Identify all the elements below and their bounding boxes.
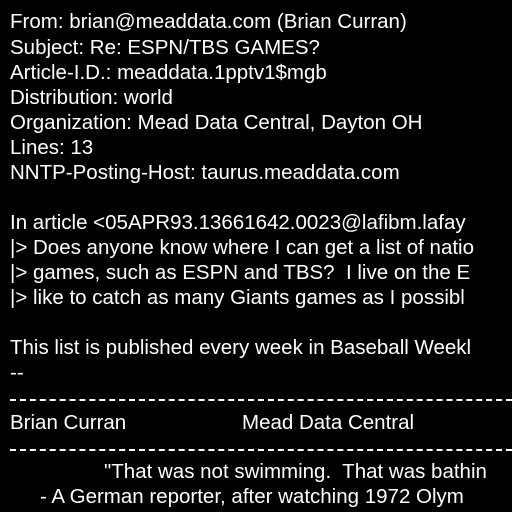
email-message-view: From: brian@meaddata.com (Brian Curran) … [0,0,512,512]
signature-quote-source: - A German reporter, after watching 1972… [40,485,464,508]
header-nntp-host: NNTP-Posting-Host: taurus.meaddata.com [10,161,400,184]
header-lines: Lines: 13 [10,136,94,159]
signature-rule-bottom [10,449,512,451]
body-quote-line: |> like to catch as many Giants games as… [10,286,465,309]
signature-quote: "That was not swimming. That was bathin [104,460,487,483]
body-quote-line: |> Does anyone know where I can get a li… [10,236,475,259]
header-subject: Subject: Re: ESPN/TBS GAMES? [10,36,320,59]
signature-company: Mead Data Central [242,411,415,434]
header-organization: Organization: Mead Data Central, Dayton … [10,111,423,134]
body-reply: This list is published every week in Bas… [10,336,472,359]
signature-rule-top [10,399,512,401]
header-from: From: brian@meaddata.com (Brian Curran) [10,10,407,33]
signature-separator: -- [10,361,24,384]
body-quote-line: |> games, such as ESPN and TBS? I live o… [10,261,471,284]
signature-name: Brian Curran [10,411,127,434]
header-article-id: Article-I.D.: meaddata.1pptv1$mgb [10,61,327,84]
header-distribution: Distribution: world [10,86,173,109]
body-attribution: In article <05APR93.13661642.0023@lafibm… [10,211,466,234]
